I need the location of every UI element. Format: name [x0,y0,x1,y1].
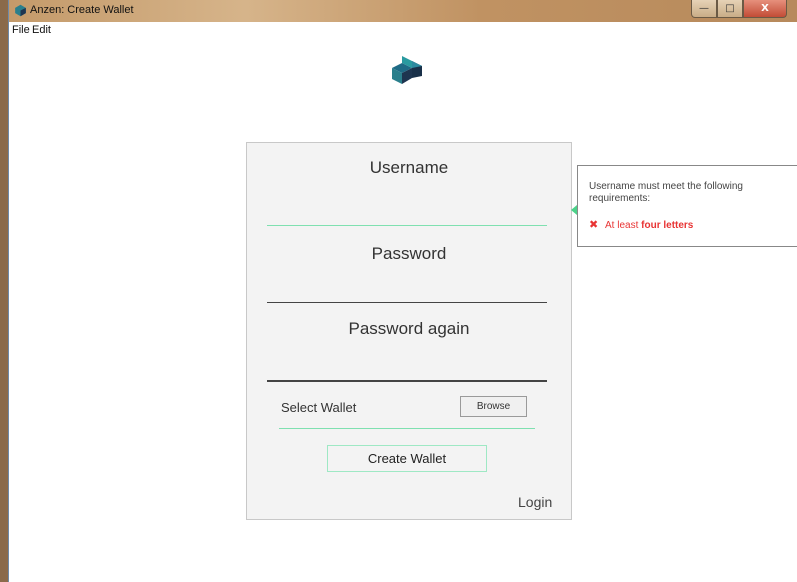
cross-icon: ✖ [589,218,599,231]
wallet-underline [279,428,535,429]
app-logo-icon [392,56,422,84]
username-label: Username [369,158,449,177]
menu-bar: File Edit [9,22,797,40]
requirement-item: At least four letters [605,220,693,231]
requirement-prefix: At least [605,220,642,231]
password-again-underline [267,380,547,382]
username-requirements-tooltip: Username must meet the following require… [577,165,797,247]
tooltip-message: Username must meet the following require… [589,181,743,204]
create-wallet-form: Username Password Password again Select … [246,142,572,520]
requirement-emphasis: four letters [641,220,694,231]
minimize-button[interactable]: — [691,0,717,18]
app-window: Anzen: Create Wallet — □ X File Edit Use… [9,0,797,582]
close-button[interactable]: X [743,0,787,18]
username-underline [267,225,547,226]
password-again-input[interactable] [267,348,551,380]
login-link[interactable]: Login [518,494,552,510]
password-input[interactable] [267,271,551,303]
menu-edit[interactable]: Edit [32,24,51,36]
window-controls: — □ X [691,0,787,18]
browse-button[interactable]: Browse [460,396,527,417]
password-label: Password [371,244,447,263]
maximize-button[interactable]: □ [717,0,743,18]
window-title: Anzen: Create Wallet [30,4,134,16]
select-wallet-label: Select Wallet [281,400,357,415]
username-input[interactable] [267,195,551,227]
password-underline [267,302,547,303]
menu-file[interactable]: File [12,24,30,36]
app-logo-icon [15,4,26,17]
title-bar[interactable]: Anzen: Create Wallet — □ X [9,0,797,22]
create-wallet-button[interactable]: Create Wallet [327,445,487,472]
password-again-label: Password again [348,319,470,338]
